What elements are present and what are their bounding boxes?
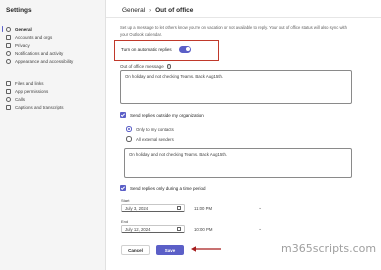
radio-all-external[interactable]: [126, 136, 132, 142]
outside-org-label: Send replies outside my organization: [130, 112, 204, 118]
phone-icon: [6, 96, 11, 102]
sidebar-item-label: Files and links: [15, 80, 44, 86]
start-date-picker[interactable]: July 3, 2024: [121, 204, 185, 212]
watermark-text: m365scripts.com: [281, 242, 377, 255]
chevron-down-icon: ⌄: [258, 226, 262, 231]
message-label: Out of office message i: [120, 64, 172, 69]
chevron-down-icon: ⌄: [258, 205, 262, 210]
radio-only-contacts[interactable]: [126, 126, 132, 132]
sidebar-item-captions[interactable]: Captions and transcripts: [3, 103, 104, 111]
info-icon[interactable]: i: [166, 64, 172, 69]
end-date-picker[interactable]: July 12, 2024: [121, 225, 185, 233]
header-divider: [106, 17, 381, 18]
intro-text: Set up a message to let others know you'…: [120, 25, 347, 37]
accounts-icon: [6, 34, 11, 40]
time-period-label: Send replies only during a time period: [130, 185, 206, 191]
sidebar-item-calls[interactable]: Calls: [3, 95, 104, 103]
time-period-checkbox[interactable]: [120, 185, 126, 191]
start-time-select[interactable]: 11:00 PM ⌄: [190, 204, 266, 212]
bell-icon: [6, 50, 11, 56]
sidebar-item-files[interactable]: Files and links: [3, 79, 104, 87]
sidebar-item-label: Privacy: [15, 42, 30, 48]
toggle-knob: [185, 47, 190, 52]
sidebar-item-appearance[interactable]: Appearance and accessibility: [3, 57, 104, 65]
palette-icon: [6, 58, 11, 64]
chevron-right-icon: ›: [149, 7, 152, 14]
save-button[interactable]: Save: [156, 245, 184, 255]
sidebar-item-label: Captions and transcripts: [15, 104, 64, 110]
radio-all-external-label: All external senders: [136, 136, 174, 142]
end-label: End: [121, 219, 129, 224]
gear-icon: [6, 26, 11, 32]
start-time-value: 11:00 PM: [194, 205, 213, 211]
cancel-button[interactable]: Cancel: [121, 245, 150, 255]
breadcrumb: General › Out of office: [122, 7, 193, 14]
sidebar-item-label: Appearance and accessibility: [15, 58, 74, 64]
outside-org-checkbox[interactable]: [120, 112, 126, 118]
end-date-value: July 12, 2024: [125, 226, 151, 232]
lock-icon: [6, 42, 11, 48]
breadcrumb-general-link[interactable]: General: [122, 7, 145, 14]
out-of-office-message-field[interactable]: On holiday and not checking Teams. Back …: [120, 70, 352, 104]
start-date-value: July 3, 2024: [125, 205, 149, 211]
calendar-icon: [177, 206, 181, 210]
sidebar-item-label: Notifications and activity: [15, 50, 64, 56]
sidebar-item-general[interactable]: General: [3, 25, 104, 33]
arrow-annotation-icon: [191, 246, 221, 252]
sidebar-item-label: General: [15, 26, 32, 32]
page-title: Out of office: [155, 7, 194, 14]
sidebar-item-label: Accounts and orgs: [15, 34, 53, 40]
sidebar-item-accounts[interactable]: Accounts and orgs: [3, 33, 104, 41]
message-label-text: Out of office message: [120, 64, 164, 69]
external-message-field[interactable]: On holiday and not checking Teams. Back …: [124, 148, 352, 178]
end-time-value: 10:00 PM: [194, 226, 213, 232]
sidebar-item-notifications[interactable]: Notifications and activity: [3, 49, 104, 57]
sidebar-item-privacy[interactable]: Privacy: [3, 41, 104, 49]
grid-icon: [6, 88, 11, 94]
settings-sidebar: Settings General Accounts and orgs Priva…: [0, 0, 106, 270]
sidebar-title: Settings: [6, 7, 32, 14]
sidebar-item-label: Calls: [15, 96, 26, 102]
captions-icon: [6, 104, 11, 110]
radio-only-contacts-label: Only to my contacts: [136, 126, 174, 132]
file-icon: [6, 80, 11, 86]
auto-replies-label: Turn on automatic replies: [121, 47, 172, 52]
calendar-icon: [177, 227, 181, 231]
sidebar-item-app-permissions[interactable]: App permissions: [3, 87, 104, 95]
start-label: Start: [121, 198, 130, 203]
sidebar-item-label: App permissions: [15, 88, 49, 94]
auto-replies-toggle[interactable]: [179, 46, 191, 53]
end-time-select[interactable]: 10:00 PM ⌄: [190, 225, 266, 233]
